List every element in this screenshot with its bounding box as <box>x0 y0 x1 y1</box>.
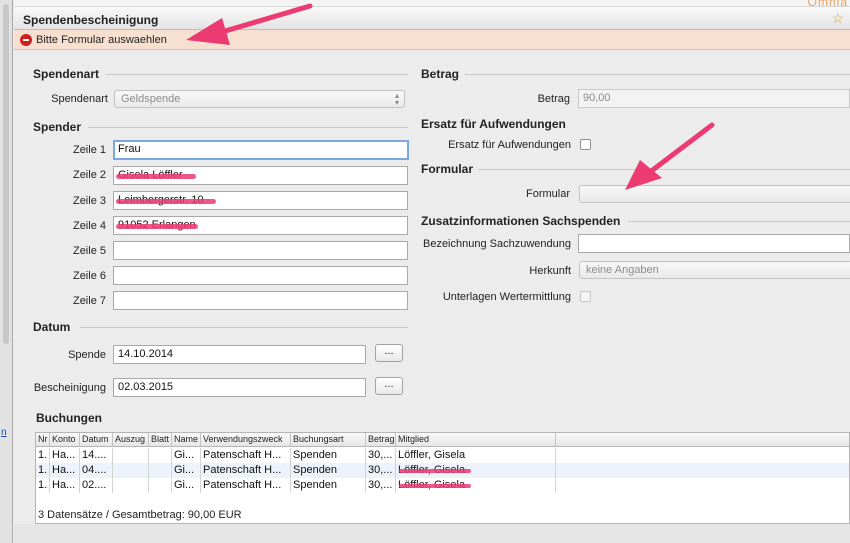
annotation-arrow-formular <box>625 122 715 190</box>
annotation-arrow-top <box>186 3 313 45</box>
annotation-arrows <box>186 3 715 190</box>
